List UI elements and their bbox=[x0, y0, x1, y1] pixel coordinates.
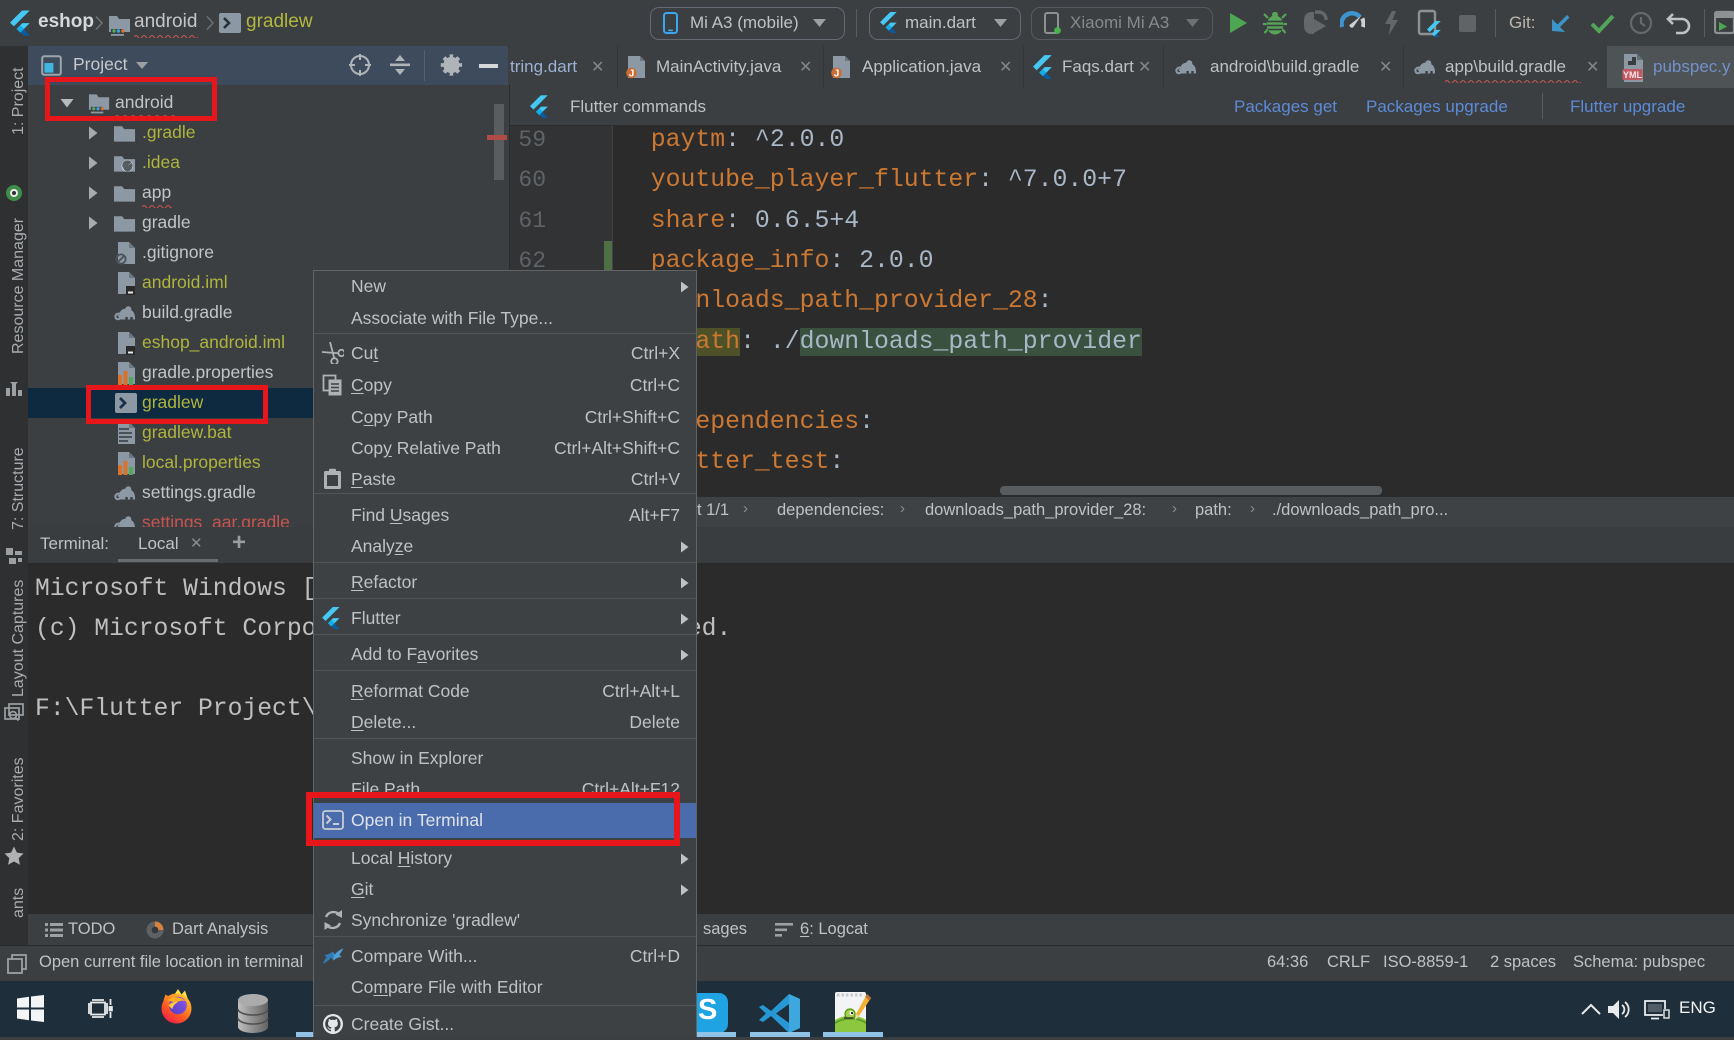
svg-text:J: J bbox=[834, 69, 840, 80]
svg-text:YML: YML bbox=[1623, 70, 1643, 80]
svg-text:J: J bbox=[629, 69, 635, 80]
